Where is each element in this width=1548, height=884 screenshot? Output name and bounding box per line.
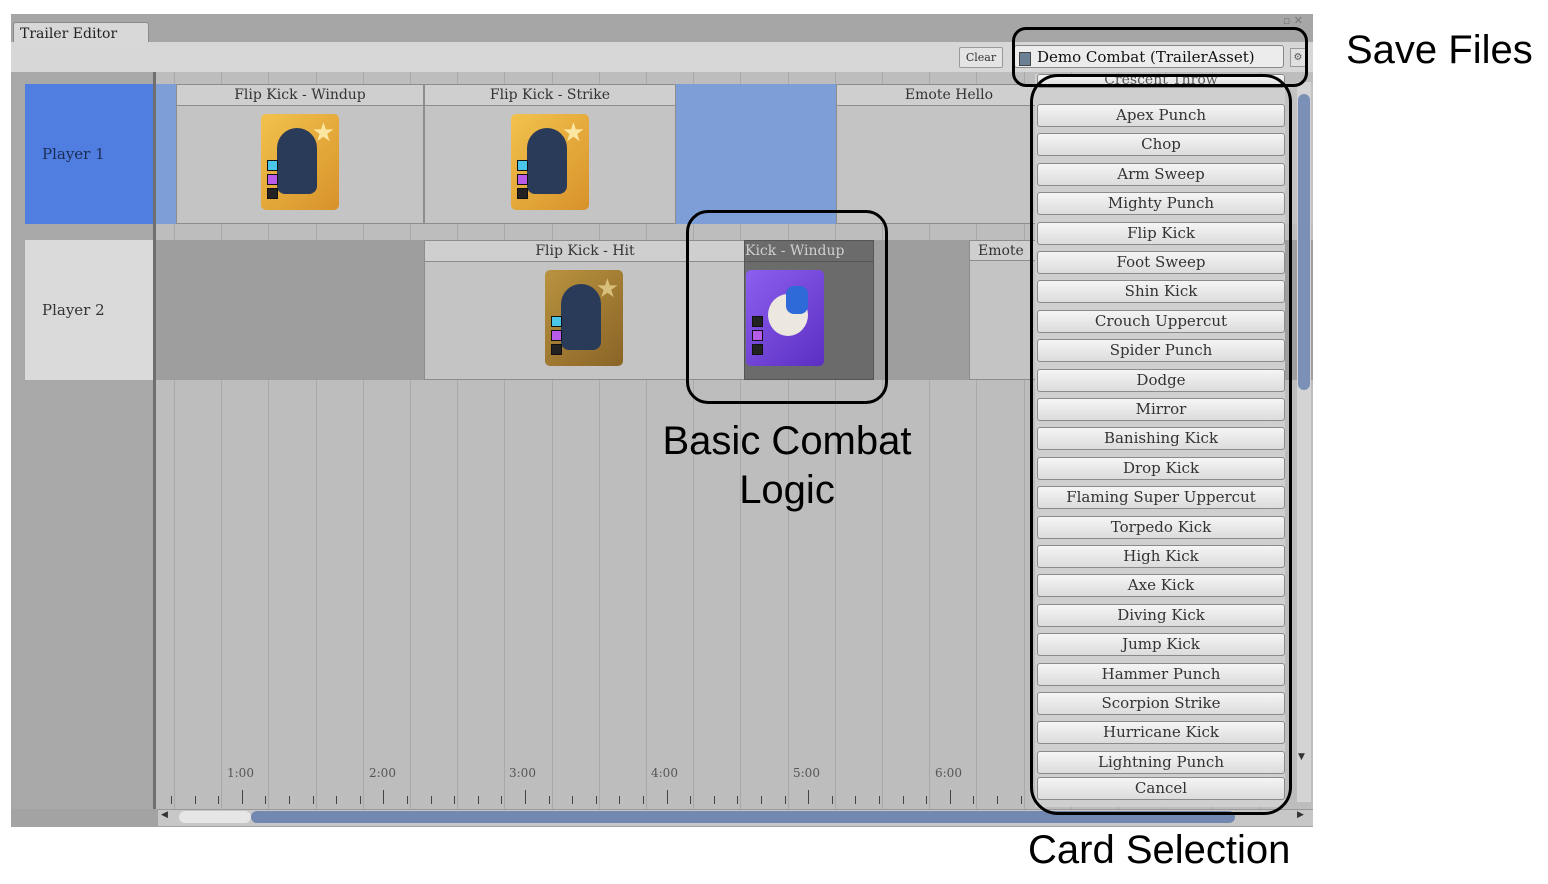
- combat-logic-highlight: [686, 210, 888, 404]
- ruler-tick: [477, 796, 479, 804]
- clip-title: Emote Hello: [837, 85, 1061, 106]
- ruler-tick: [737, 796, 739, 804]
- ruler-tick: [572, 796, 574, 804]
- ruler-tick: [218, 796, 220, 804]
- ruler-tick: [690, 796, 692, 804]
- ruler-tick: [359, 796, 361, 804]
- scroll-down-arrow-icon[interactable]: ▼: [1298, 752, 1305, 762]
- combat-logic-annotation-line2: Logic: [739, 468, 835, 512]
- ruler-tick: [926, 796, 928, 804]
- ruler-tick: [855, 796, 857, 804]
- tab-trailer-editor[interactable]: Trailer Editor: [13, 22, 149, 44]
- scroll-left-arrow-icon[interactable]: ◀: [161, 810, 168, 820]
- ruler-tick: [595, 796, 597, 804]
- ruler-tick: [949, 790, 951, 804]
- ruler-tick: [336, 796, 338, 804]
- vertical-scroll-thumb[interactable]: [1298, 94, 1310, 390]
- ruler-tick: [713, 796, 715, 804]
- scroll-right-arrow-icon[interactable]: ▶: [1297, 810, 1304, 820]
- ruler-tick: [831, 796, 833, 804]
- ruler-tick: [171, 796, 172, 804]
- ruler-tick: [761, 796, 762, 804]
- ruler-tick: [241, 790, 243, 804]
- clip[interactable]: Flip Kick - Windup ★: [176, 84, 424, 224]
- time-label: 2:00: [369, 766, 396, 780]
- card-selection-annotation: Card Selection: [1028, 828, 1291, 872]
- ruler-tick: [501, 796, 503, 804]
- ruler-tick: [619, 796, 621, 804]
- clear-button[interactable]: Clear: [959, 47, 1003, 68]
- card-art: ★: [545, 270, 623, 366]
- clip-title: Flip Kick - Windup: [177, 85, 423, 106]
- ruler-tick: [312, 796, 314, 804]
- combat-logic-annotation-line1: Basic Combat: [662, 419, 912, 463]
- ruler-tick: [289, 796, 290, 804]
- ruler-tick: [973, 796, 975, 804]
- track-label-player-1[interactable]: Player 1: [25, 84, 153, 224]
- clip[interactable]: Flip Kick - Strike ★: [424, 84, 676, 224]
- time-label: 4:00: [651, 766, 678, 780]
- ruler-tick: [902, 796, 904, 804]
- ruler-tick: [997, 796, 998, 804]
- horizontal-scroll-track: [179, 811, 251, 823]
- card-art: ★: [511, 114, 589, 210]
- time-ruler[interactable]: [171, 790, 1051, 804]
- window-controls[interactable]: ▫ ✕: [1283, 14, 1303, 27]
- ruler-tick: [548, 796, 550, 804]
- time-label: 1:00: [227, 766, 254, 780]
- ruler-tick: [666, 790, 668, 804]
- time-label: 6:00: [935, 766, 962, 780]
- clip-title: Flip Kick - Strike: [425, 85, 675, 106]
- time-label: 3:00: [509, 766, 536, 780]
- ruler-tick: [383, 790, 385, 804]
- time-label: 5:00: [793, 766, 820, 780]
- ruler-tick: [454, 796, 456, 804]
- ruler-tick: [265, 796, 267, 804]
- track-label-player-2[interactable]: Player 2: [25, 240, 153, 380]
- column-divider[interactable]: [153, 72, 156, 809]
- ruler-tick: [430, 796, 432, 804]
- card-art: ★: [261, 114, 339, 210]
- ruler-tick: [407, 796, 408, 804]
- ruler-tick: [879, 796, 880, 804]
- card-selection-highlight: [1030, 74, 1292, 815]
- ruler-tick: [1020, 796, 1022, 804]
- ruler-tick: [643, 796, 644, 804]
- ruler-tick: [808, 790, 810, 804]
- ruler-tick: [784, 796, 786, 804]
- save-files-annotation: Save Files: [1346, 28, 1533, 72]
- ruler-tick: [525, 790, 526, 804]
- ruler-tick: [194, 796, 196, 804]
